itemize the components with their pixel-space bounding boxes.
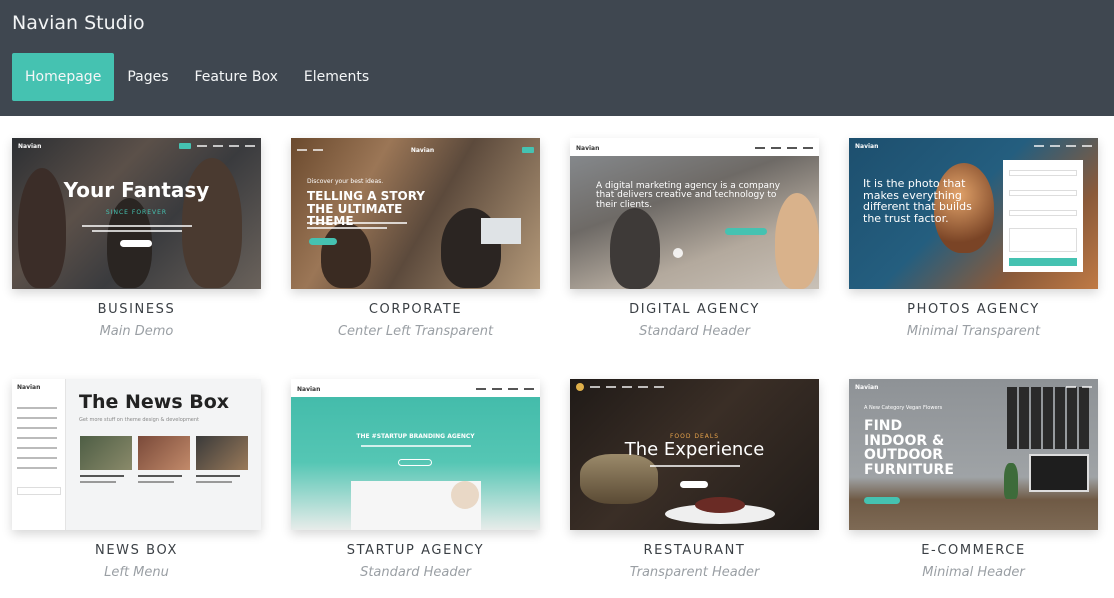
thumb-logo-badge	[576, 383, 584, 391]
demo-thumbnail-corporate[interactable]: Navian Discover your best ideas. TELLING…	[291, 138, 540, 289]
monitor	[1029, 454, 1089, 492]
thumb-logo: Navian	[17, 384, 41, 391]
demo-thumbnail-digital-agency[interactable]: Navian A digital marketing agency is a c…	[570, 138, 819, 289]
person-silhouette	[610, 208, 660, 289]
thumb-navbar: Navian	[570, 140, 819, 156]
thumb-hero-tagline: SINCE FOREVER	[105, 209, 168, 216]
thumb-cta-button	[309, 238, 337, 245]
demo-card-startup-agency[interactable]: Navian THE #STARTUP BRANDING AGENCY STAR…	[291, 379, 540, 580]
article-image	[196, 436, 248, 470]
demo-thumbnail-restaurant[interactable]: FOOD DEALS The Experience	[570, 379, 819, 530]
article-image	[138, 436, 190, 470]
thumb-navbar: Navian	[849, 138, 1098, 154]
demo-subtitle: Center Left Transparent	[337, 324, 494, 339]
demo-card-photos-agency[interactable]: Navian It is the photo that makes everyt…	[849, 138, 1098, 339]
demo-thumbnail-photos-agency[interactable]: Navian It is the photo that makes everyt…	[849, 138, 1098, 289]
thumb-hero-title: The News Box	[79, 391, 230, 413]
thumb-cta-button	[725, 228, 767, 235]
demo-subtitle: Left Menu	[104, 565, 169, 580]
demo-title: NEWS BOX	[95, 543, 178, 558]
thumb-navbar: Navian	[291, 142, 540, 158]
thumb-hero-title: Your Fantasy	[63, 178, 210, 202]
thumb-hero-tagline: A New Category Vegan Flowers	[864, 405, 943, 411]
thumb-nav-accent	[179, 143, 191, 149]
thumb-logo: Navian	[855, 383, 879, 391]
article-image	[80, 436, 132, 470]
demo-subtitle: Standard Header	[360, 565, 471, 580]
thumb-hero-tagline: Get more stuff on theme design & develop…	[79, 417, 200, 423]
thumb-hero-title: It is the photo that makes everything di…	[863, 177, 972, 225]
thumb-cta-button	[398, 459, 432, 466]
thumb-logo: Navian	[576, 144, 600, 152]
thumb-cta-button	[864, 497, 900, 504]
thumb-hero-title: A digital marketing agency is a company …	[596, 181, 781, 210]
laptop-screen	[481, 218, 521, 244]
demo-card-corporate[interactable]: Navian Discover your best ideas. TELLING…	[291, 138, 540, 339]
thumb-navbar: Navian	[849, 379, 1098, 395]
nav-homepage[interactable]: Homepage	[12, 53, 115, 101]
thumb-navbar	[570, 379, 819, 395]
thumb-logo: Navian	[18, 142, 42, 150]
cooking-pot	[580, 454, 658, 504]
demo-subtitle: Transparent Header	[629, 565, 760, 580]
top-header: Navian Studio Homepage Pages Feature Box…	[0, 0, 1114, 116]
nav-pages[interactable]: Pages	[114, 53, 181, 101]
demo-subtitle: Main Demo	[99, 324, 174, 339]
demo-thumbnail-news-box[interactable]: Navian The News Box Get more stuff on th…	[12, 379, 261, 530]
demo-card-digital-agency[interactable]: Navian A digital marketing agency is a c…	[570, 138, 819, 339]
thumb-logo: Navian	[855, 142, 879, 150]
contact-form-panel	[1003, 160, 1083, 272]
thumb-cta-button	[120, 240, 152, 247]
demo-thumbnail-e-commerce[interactable]: Navian A New Category Vegan Flowers FIND…	[849, 379, 1098, 530]
thumb-hero-title: The Experience	[624, 439, 765, 460]
wall-calendar	[1007, 387, 1091, 449]
demo-title: BUSINESS	[97, 302, 176, 317]
person-silhouette	[321, 223, 371, 288]
plant	[1004, 463, 1018, 499]
demo-thumbnail-business[interactable]: Navian Your Fantasy SINCE FOREVER	[12, 138, 261, 289]
play-icon	[673, 248, 683, 258]
demo-title: STARTUP AGENCY	[346, 543, 485, 558]
thumb-left-menu: Navian	[12, 379, 66, 530]
form-submit-button	[1009, 258, 1077, 266]
demo-title: E-COMMERCE	[921, 543, 1026, 558]
thumb-logo: Navian	[410, 146, 435, 154]
demo-card-restaurant[interactable]: FOOD DEALS The Experience RESTAURANT Tra…	[570, 379, 819, 580]
nav-elements[interactable]: Elements	[291, 53, 382, 101]
demo-card-e-commerce[interactable]: Navian A New Category Vegan Flowers FIND…	[849, 379, 1098, 580]
app-title: Navian Studio	[12, 12, 145, 34]
demo-title: PHOTOS AGENCY	[907, 302, 1040, 317]
demo-title: CORPORATE	[368, 302, 463, 317]
demo-card-business[interactable]: Navian Your Fantasy SINCE FOREVER BUSINE…	[12, 138, 261, 339]
thumb-hero-title: THE #STARTUP BRANDING AGENCY	[356, 433, 475, 440]
thumb-logo: Navian	[297, 385, 321, 393]
thumb-cta-button	[680, 481, 708, 488]
demo-title: RESTAURANT	[643, 543, 746, 558]
thumb-hero-title: FIND INDOOR & OUTDOOR FURNITURE	[864, 418, 954, 479]
demo-card-news-box[interactable]: Navian The News Box Get more stuff on th…	[12, 379, 261, 580]
thumb-navbar: Navian	[12, 138, 261, 154]
demo-subtitle: Standard Header	[639, 324, 750, 339]
thumb-hero-tagline: Discover your best ideas.	[307, 178, 384, 185]
demo-thumbnail-startup-agency[interactable]: Navian THE #STARTUP BRANDING AGENCY	[291, 379, 540, 530]
dish	[695, 497, 745, 513]
demo-subtitle: Minimal Header	[922, 565, 1025, 580]
nav-feature-box[interactable]: Feature Box	[182, 53, 291, 101]
coffee-cup	[451, 481, 479, 509]
thumb-navbar: Navian	[291, 381, 540, 397]
demo-title: DIGITAL AGENCY	[629, 302, 760, 317]
demo-subtitle: Minimal Transparent	[906, 324, 1041, 339]
main-nav: Homepage Pages Feature Box Elements	[12, 53, 382, 101]
